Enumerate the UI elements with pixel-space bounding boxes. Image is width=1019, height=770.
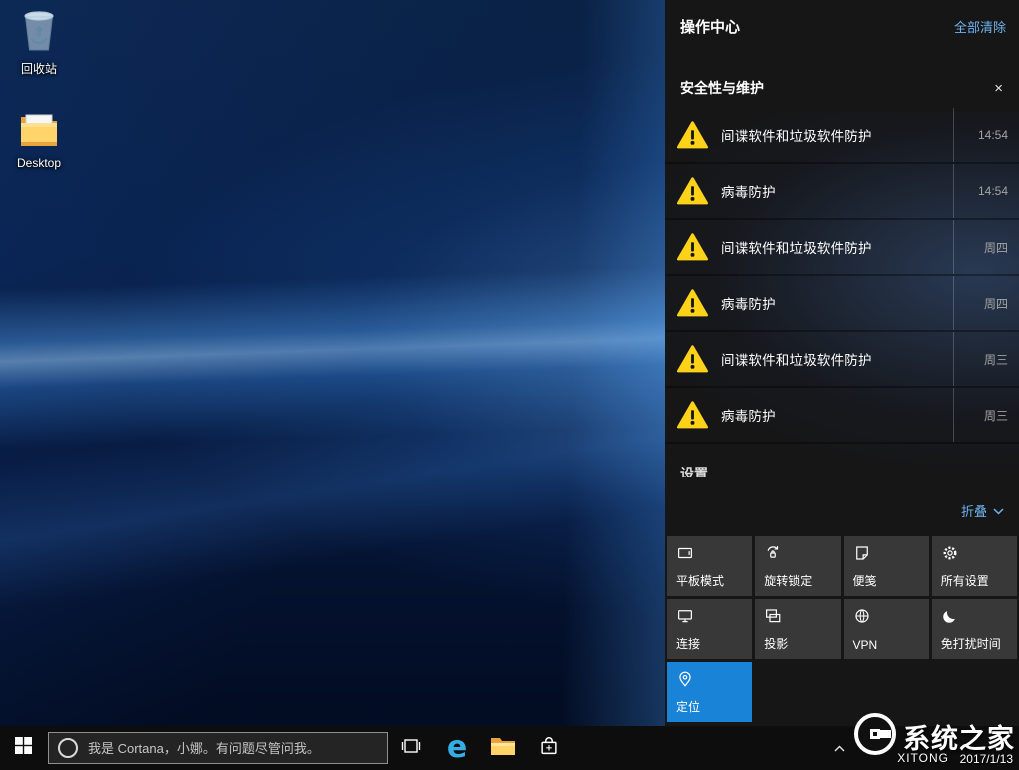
store-button[interactable]: [526, 726, 572, 770]
tile-label: 所有设置: [941, 572, 989, 589]
quick-action-note[interactable]: 便笺: [844, 536, 929, 596]
file-explorer-button[interactable]: [480, 726, 526, 770]
edge-icon: e: [447, 733, 467, 763]
clipped-group-title: 设置: [680, 464, 708, 477]
notification-title: 间谍软件和垃圾软件防护: [721, 125, 953, 145]
warning-icon: [677, 400, 708, 431]
tile-label: 连接: [676, 635, 700, 652]
quick-action-location[interactable]: 定位: [667, 662, 752, 722]
recycle-bin-label: 回收站: [0, 60, 78, 77]
project-icon: [764, 607, 782, 625]
notification-time: 周三: [953, 388, 1019, 442]
collapse-link[interactable]: 折叠: [961, 501, 1004, 520]
tablet-mode-icon: [676, 544, 694, 562]
warning-icon: [677, 344, 708, 375]
note-icon: [853, 544, 871, 562]
tile-label: VPN: [853, 638, 878, 652]
notification-time: 14:54: [953, 108, 1019, 162]
quick-action-quiet-hours[interactable]: 免打扰时间: [932, 599, 1017, 659]
tray-show-hidden-icons[interactable]: [828, 726, 850, 770]
notification-title: 病毒防护: [721, 181, 953, 201]
action-center-panel: 操作中心 全部清除 安全性与维护 × 间谍软件和垃圾软件防护 14:54 病毒防…: [665, 0, 1019, 726]
rotation-lock-icon: [764, 544, 782, 562]
tile-label: 便笺: [853, 572, 877, 589]
location-pin-icon: [676, 670, 694, 688]
quick-actions-grid: 平板模式 旋转锁定 便笺 所有设置: [667, 536, 1017, 722]
settings-gear-icon: [941, 544, 959, 562]
chevron-down-icon: [993, 503, 1004, 518]
notification-time: 周三: [953, 332, 1019, 386]
desktop-folder-label: Desktop: [0, 156, 78, 170]
taskbar: e 2017/1/13: [0, 726, 1019, 770]
task-view-button[interactable]: [388, 726, 434, 770]
warning-icon: [677, 176, 708, 207]
notification-title: 间谍软件和垃圾软件防护: [721, 237, 953, 257]
notification-item[interactable]: 间谍软件和垃圾软件防护 周三: [665, 332, 1019, 388]
chevron-up-icon: [834, 739, 845, 757]
notification-list: 间谍软件和垃圾软件防护 14:54 病毒防护 14:54 间谍软件和垃圾软件防护…: [665, 108, 1019, 444]
store-bag-icon: [538, 735, 560, 762]
desktop-wallpaper: 回收站 Desktop 操作中心 全部清除 安全性与维护 ×: [0, 0, 1019, 726]
action-center-title: 操作中心: [680, 16, 740, 37]
edge-browser-button[interactable]: e: [434, 726, 480, 770]
folder-icon: [17, 139, 61, 153]
recycle-bin-icon: [17, 43, 61, 57]
moon-icon: [941, 607, 959, 625]
tile-label: 旋转锁定: [764, 572, 812, 589]
vpn-icon: [853, 607, 871, 625]
close-group-button[interactable]: ×: [987, 79, 1010, 98]
tile-label: 投影: [764, 635, 788, 652]
notification-item[interactable]: 间谍软件和垃圾软件防护 周四: [665, 220, 1019, 276]
action-center-header: 操作中心 全部清除: [680, 16, 1006, 37]
cortana-search-box[interactable]: [48, 732, 388, 764]
notification-title: 间谍软件和垃圾软件防护: [721, 349, 953, 369]
task-view-icon: [400, 737, 422, 760]
desktop-folder-shortcut[interactable]: Desktop: [0, 110, 78, 170]
start-button[interactable]: [0, 726, 46, 770]
warning-icon: [677, 120, 708, 151]
windows-logo-icon: [15, 737, 32, 759]
quick-action-connect[interactable]: 连接: [667, 599, 752, 659]
notification-time: 14:54: [953, 164, 1019, 218]
quick-action-all-settings[interactable]: 所有设置: [932, 536, 1017, 596]
warning-icon: [677, 232, 708, 263]
tile-label: 定位: [676, 698, 700, 715]
clear-all-link[interactable]: 全部清除: [954, 17, 1006, 36]
recycle-bin-shortcut[interactable]: 回收站: [0, 8, 78, 77]
quick-action-project[interactable]: 投影: [755, 599, 840, 659]
collapse-label: 折叠: [961, 501, 987, 520]
notification-item[interactable]: 间谍软件和垃圾软件防护 14:54: [665, 108, 1019, 164]
connect-icon: [676, 607, 694, 625]
notification-group-header: 安全性与维护 ×: [680, 78, 1010, 98]
notification-item[interactable]: 病毒防护 周四: [665, 276, 1019, 332]
search-input[interactable]: [86, 740, 378, 757]
notification-group-title: 安全性与维护: [680, 78, 764, 98]
quick-action-vpn[interactable]: VPN: [844, 599, 929, 659]
notification-title: 病毒防护: [721, 293, 953, 313]
file-explorer-icon: [490, 735, 516, 761]
notification-title: 病毒防护: [721, 405, 953, 425]
tile-label: 平板模式: [676, 572, 724, 589]
notification-time: 周四: [953, 220, 1019, 274]
warning-icon: [677, 288, 708, 319]
quick-action-rotation-lock[interactable]: 旋转锁定: [755, 536, 840, 596]
cortana-circle-icon: [58, 738, 78, 758]
notification-item[interactable]: 病毒防护 周三: [665, 388, 1019, 444]
notification-time: 周四: [953, 276, 1019, 330]
notification-item[interactable]: 病毒防护 14:54: [665, 164, 1019, 220]
taskbar-clock-date[interactable]: 2017/1/13: [960, 752, 1013, 766]
quick-action-tablet-mode[interactable]: 平板模式: [667, 536, 752, 596]
tile-label: 免打扰时间: [941, 635, 1001, 652]
